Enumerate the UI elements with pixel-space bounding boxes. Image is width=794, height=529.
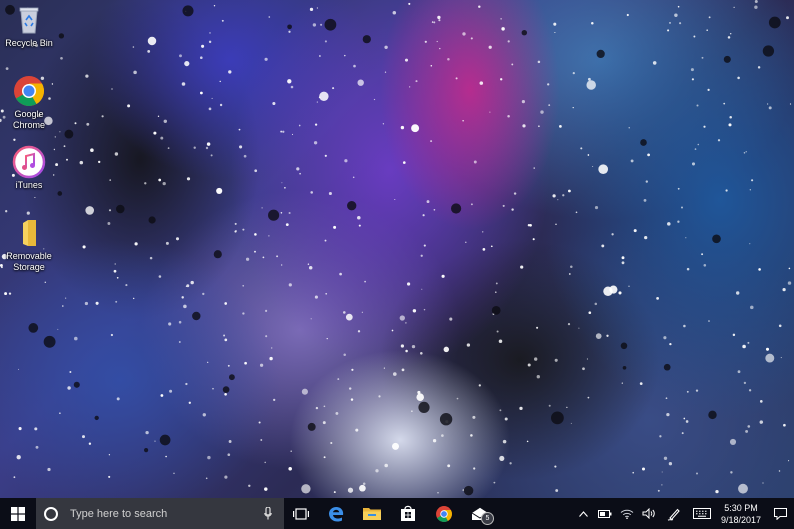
action-center-icon bbox=[773, 507, 787, 520]
microphone-icon[interactable] bbox=[264, 507, 272, 520]
pen-icon bbox=[667, 508, 680, 521]
taskbar-edge-button[interactable] bbox=[318, 498, 354, 529]
chevron-up-icon bbox=[578, 510, 588, 517]
recycle-bin-icon bbox=[12, 3, 46, 37]
volume-icon bbox=[642, 508, 655, 519]
desktop-icon-label: Removable Storage bbox=[6, 251, 52, 272]
chrome-icon bbox=[436, 505, 452, 522]
taskbar: 5 bbox=[0, 498, 794, 529]
desktop-icon-removable-storage[interactable]: Removable Storage bbox=[0, 216, 58, 273]
start-button[interactable] bbox=[0, 498, 36, 529]
battery-button[interactable] bbox=[594, 498, 616, 529]
task-view-icon bbox=[293, 507, 309, 520]
search-box[interactable] bbox=[36, 498, 284, 529]
folder-icon bbox=[363, 508, 381, 520]
chrome-icon bbox=[12, 74, 46, 108]
keyboard-icon bbox=[693, 508, 711, 519]
desktop-icon-recycle-bin[interactable]: Recycle Bin bbox=[0, 3, 58, 49]
touch-keyboard-button[interactable] bbox=[688, 498, 716, 529]
taskbar-store-button[interactable] bbox=[390, 498, 426, 529]
action-center-button[interactable] bbox=[766, 498, 794, 529]
taskbar-file-explorer-button[interactable] bbox=[354, 498, 390, 529]
desktop-icon-label: iTunes bbox=[15, 180, 43, 190]
taskbar-chrome-button[interactable] bbox=[426, 498, 462, 529]
desktop-icon-google-chrome[interactable]: Google Chrome bbox=[0, 74, 58, 131]
system-tray: 5:30 PM 9/18/2017 bbox=[572, 498, 794, 529]
wifi-icon bbox=[620, 509, 634, 519]
task-view-button[interactable] bbox=[284, 498, 318, 529]
desktop-icon-itunes[interactable]: iTunes bbox=[0, 145, 58, 191]
mail-badge: 5 bbox=[481, 512, 494, 525]
search-input[interactable] bbox=[68, 506, 252, 521]
desktop-icon-label: Google Chrome bbox=[12, 109, 45, 130]
clock[interactable]: 5:30 PM 9/18/2017 bbox=[716, 502, 766, 526]
desktop-icon-label: Recycle Bin bbox=[5, 38, 53, 48]
store-icon bbox=[401, 505, 415, 521]
network-button[interactable] bbox=[616, 498, 638, 529]
volume-button[interactable] bbox=[638, 498, 660, 529]
desktop-wallpaper bbox=[0, 0, 794, 498]
battery-icon bbox=[598, 509, 612, 518]
cortana-icon[interactable] bbox=[44, 506, 58, 521]
taskbar-mail-button[interactable]: 5 bbox=[462, 498, 498, 529]
windows-logo-icon bbox=[11, 506, 25, 521]
windows-ink-button[interactable] bbox=[660, 498, 688, 529]
clock-time: 5:30 PM bbox=[724, 502, 758, 513]
clock-date: 9/18/2017 bbox=[720, 514, 762, 525]
folder-icon bbox=[12, 216, 46, 250]
show-hidden-icons-button[interactable] bbox=[572, 498, 594, 529]
edge-icon bbox=[329, 506, 344, 522]
wallpaper-stars bbox=[0, 0, 792, 496]
itunes-icon bbox=[12, 145, 46, 179]
